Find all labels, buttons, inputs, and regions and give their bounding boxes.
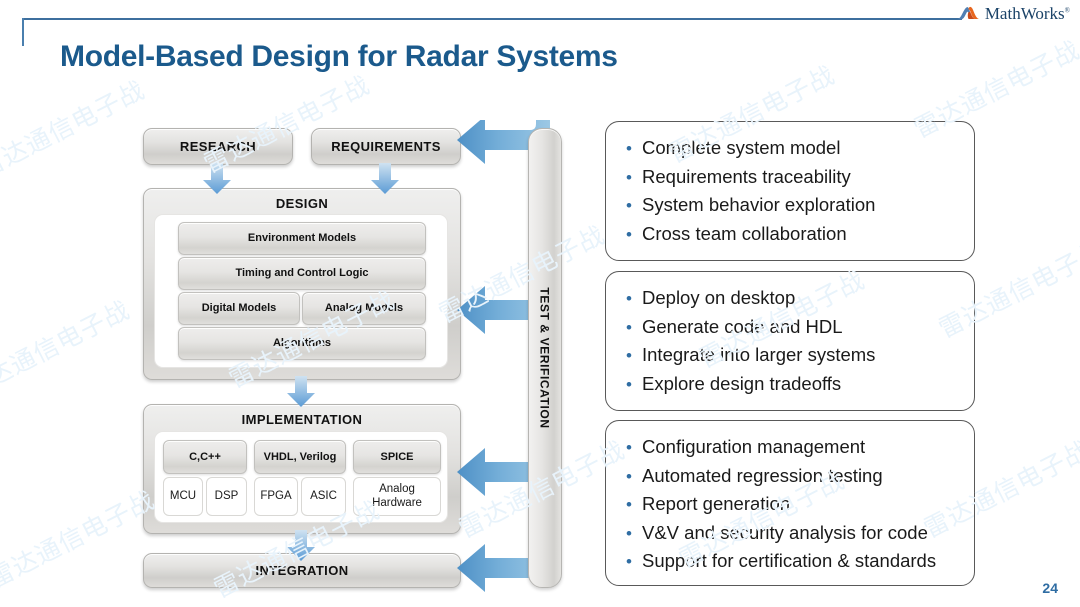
impl-lang-vhdl-verilog[interactable]: VHDL, Verilog — [254, 440, 346, 474]
bullet-icon: • — [626, 552, 632, 571]
mathworks-membrane-icon — [956, 4, 980, 24]
process-box-label: IMPLEMENTATION — [241, 412, 363, 427]
benefits-panel-design: • Complete system model • Requirements tra… — [605, 121, 975, 261]
bullet-icon: • — [626, 495, 632, 514]
process-box-research[interactable]: RESEARCH — [143, 128, 293, 165]
list-item-label: Report generation — [642, 493, 791, 514]
mathworks-logo: MathWorks® — [956, 4, 1070, 24]
model-based-design-diagram: RESEARCH REQUIREMENTS DESIGN Environment… — [0, 0, 600, 607]
trademark-symbol: ® — [1064, 6, 1070, 15]
chip-label: C,C++ — [189, 450, 221, 463]
list-item-label: Explore design tradeoffs — [642, 372, 842, 394]
impl-target-analog-hardware[interactable]: Analog Hardware — [353, 477, 441, 516]
list-item: • Cross team collaboration — [626, 220, 956, 249]
benefits-list: • Complete system model • Requirements tra… — [626, 134, 956, 248]
design-item-analog-models[interactable]: Analog Models — [302, 292, 426, 325]
chip-label: SPICE — [380, 450, 414, 463]
impl-target-dsp[interactable]: DSP — [206, 477, 247, 516]
chip-label: Environment Models — [247, 232, 357, 245]
process-box-requirements[interactable]: REQUIREMENTS — [311, 128, 461, 165]
benefits-panel-verification: • Configuration management • Automated reg… — [605, 420, 975, 586]
list-item-label: Cross team collaboration — [642, 222, 847, 244]
chip-label: Analog Models — [324, 302, 404, 315]
brand-name: MathWorks® — [984, 4, 1070, 23]
list-item-label: Automated regression testing — [642, 464, 883, 486]
list-item: • Configuration management — [626, 433, 956, 462]
list-item-label: Support for certification & standards — [642, 550, 937, 571]
chip-label: Timing and Control Logic — [235, 267, 369, 280]
impl-lang-spice[interactable]: SPICE — [353, 440, 441, 474]
bullet-icon: • — [626, 317, 632, 337]
design-item-algorithms[interactable]: Algorithms — [178, 327, 426, 360]
process-box-label: REQUIREMENTS — [331, 139, 441, 154]
impl-target-asic[interactable]: ASIC — [301, 477, 346, 516]
page-number: 24 — [1042, 580, 1058, 596]
design-item-digital-models[interactable]: Digital Models — [178, 292, 300, 325]
list-item: • Explore design tradeoffs — [626, 370, 956, 399]
bullet-icon: • — [626, 224, 632, 244]
impl-lang-c-cpp[interactable]: C,C++ — [163, 440, 247, 474]
impl-target-fpga[interactable]: FPGA — [254, 477, 298, 516]
chip-label: Algorithms — [272, 337, 332, 350]
bullet-icon: • — [626, 438, 632, 457]
chip-label: FPGA — [260, 489, 292, 502]
list-item-label: Complete system model — [642, 137, 841, 158]
design-item-timing-and-control-logic[interactable]: Timing and Control Logic — [178, 257, 426, 290]
list-item: • Automated regression testing — [626, 462, 956, 491]
list-item: • System behavior exploration — [626, 191, 956, 220]
arrow-down-design-to-implementation — [287, 376, 315, 407]
list-item: • Generate code and HDL — [626, 313, 956, 342]
test-and-verification-label: TEST & VERIFICATION — [538, 287, 552, 429]
list-item-label: Requirements traceability — [642, 165, 851, 187]
bullet-icon: • — [626, 196, 632, 215]
list-item-label: Integrate into larger systems — [642, 344, 876, 365]
impl-target-mcu[interactable]: MCU — [163, 477, 203, 516]
list-item: • Integrate into larger systems — [626, 341, 956, 370]
list-item: • Deploy on desktop — [626, 284, 956, 313]
process-box-label: RESEARCH — [179, 139, 257, 154]
benefits-list: • Configuration management • Automated reg… — [626, 433, 956, 576]
bullet-icon: • — [626, 346, 632, 365]
list-item: • Complete system model — [626, 134, 956, 163]
chip-label: VHDL, Verilog — [263, 450, 337, 463]
arrow-down-implementation-to-integration — [287, 530, 315, 561]
bullet-icon: • — [626, 289, 632, 308]
bullet-icon: • — [626, 523, 632, 543]
list-item: • Support for certification & standards — [626, 547, 956, 576]
chip-label: DSP — [214, 489, 239, 502]
bullet-icon: • — [626, 466, 632, 486]
chip-label: ASIC — [310, 489, 337, 502]
list-item: • Requirements traceability — [626, 163, 956, 192]
list-item: • Report generation — [626, 490, 956, 519]
bullet-icon: • — [626, 139, 632, 158]
arrow-down-requirements-to-design — [371, 163, 399, 194]
test-and-verification-bar[interactable]: TEST & VERIFICATION — [528, 128, 562, 588]
process-box-label: DESIGN — [275, 196, 329, 211]
list-item-label: System behavior exploration — [642, 194, 876, 215]
list-item-label: V&V and security analysis for code — [642, 521, 928, 543]
list-item-label: Deploy on desktop — [642, 287, 796, 308]
benefits-list: • Deploy on desktop • Generate code and HD… — [626, 284, 956, 398]
list-item: • V&V and security analysis for code — [626, 519, 956, 548]
bullet-icon: • — [626, 374, 632, 394]
design-item-environment-models[interactable]: Environment Models — [178, 222, 426, 255]
list-item-label: Configuration management — [642, 436, 866, 457]
process-box-label: INTEGRATION — [255, 563, 349, 578]
benefits-panel-implementation: • Deploy on desktop • Generate code and HD… — [605, 271, 975, 411]
bullet-icon: • — [626, 167, 632, 187]
list-item-label: Generate code and HDL — [642, 315, 843, 337]
chip-label: Analog Hardware — [372, 483, 422, 509]
arrow-down-research-to-design — [203, 163, 231, 194]
chip-label: Digital Models — [201, 302, 277, 315]
chip-label: MCU — [169, 489, 197, 502]
